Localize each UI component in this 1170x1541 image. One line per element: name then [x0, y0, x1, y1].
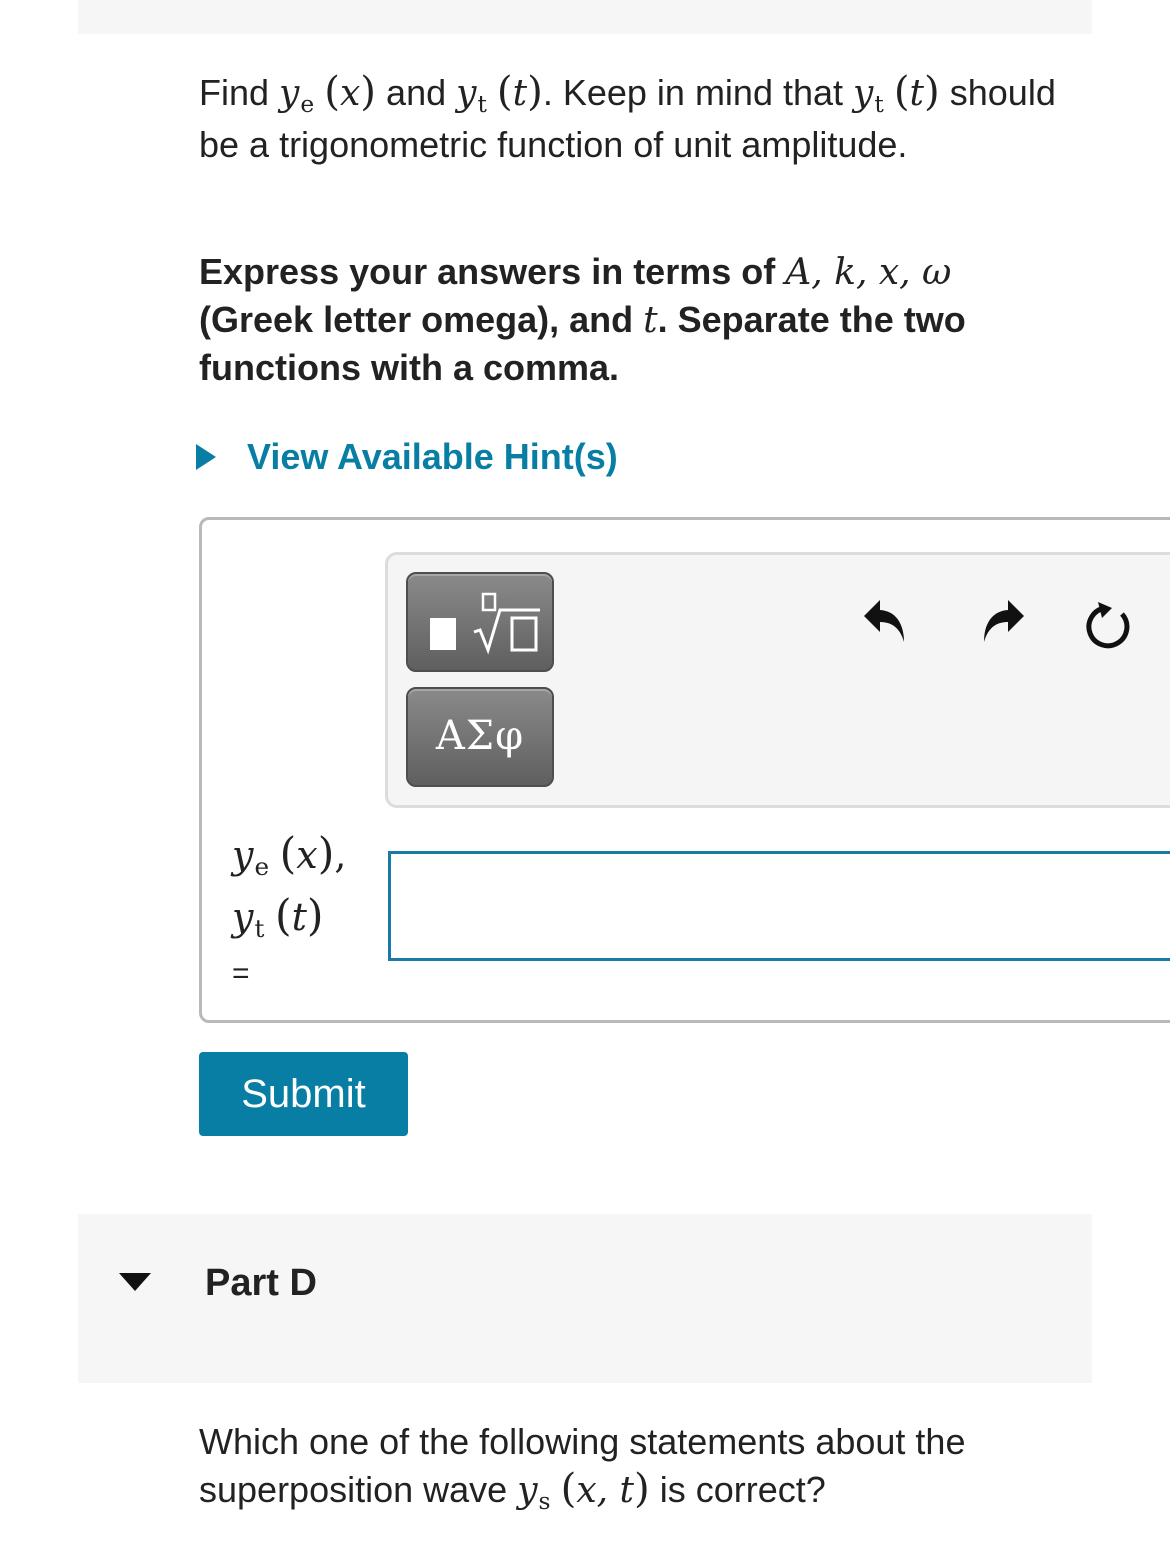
view-hints-label: View Available Hint(s): [247, 436, 618, 477]
view-hints-toggle[interactable]: View Available Hint(s): [196, 436, 618, 478]
submit-button[interactable]: Submit: [199, 1052, 408, 1136]
redo-icon[interactable]: [978, 596, 1026, 648]
undo-icon[interactable]: [862, 596, 910, 648]
part-d-question: Which one of the following statements ab…: [199, 1421, 966, 1515]
question-text: Find ye (x) and yt (t). Keep in mind tha…: [199, 68, 1056, 165]
collapse-triangle-icon[interactable]: [119, 1273, 151, 1291]
reset-icon[interactable]: [1082, 600, 1138, 652]
answer-input[interactable]: [388, 851, 1170, 961]
templates-icon: [430, 592, 540, 655]
instruction-text: Express your answers in terms of A, k, x…: [199, 251, 966, 388]
previous-section-band: [78, 0, 1092, 34]
answer-label: ye (x), yt (t) =: [232, 829, 347, 990]
greek-symbols-button[interactable]: ΑΣφ: [406, 687, 554, 787]
part-d-title[interactable]: Part D: [205, 1262, 317, 1305]
expand-triangle-icon: [196, 444, 216, 470]
yt-symbol: yt: [456, 73, 487, 118]
templates-button[interactable]: [406, 572, 554, 672]
ye-symbol: ye: [279, 73, 315, 118]
